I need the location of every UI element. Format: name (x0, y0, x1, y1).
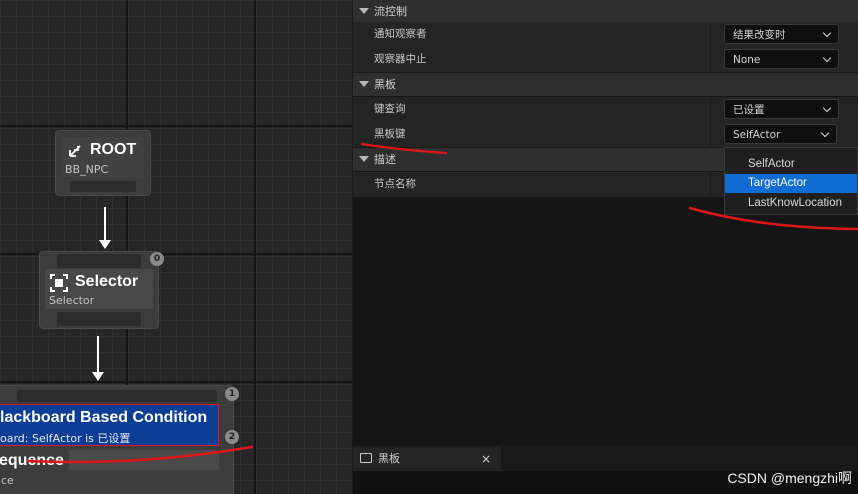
root-node[interactable]: ROOT BB_NPC (55, 130, 151, 196)
sequence-node-subtitle: ce (1, 474, 14, 487)
decorator-title: lackboard Based Condition (0, 409, 208, 426)
dropdown-option-self-actor[interactable]: SelfActor (725, 155, 857, 174)
observer-aborts-combo[interactable]: None (724, 49, 839, 69)
blackboard-decorator[interactable]: lackboard Based Condition oard: SelfActo… (0, 404, 219, 446)
sequence-input-pin[interactable] (17, 390, 217, 402)
watermark: CSDN @mengzhi啊 (727, 470, 852, 486)
decorator-execution-index: 2 (225, 430, 239, 444)
selector-to-sequence-connection (92, 336, 104, 381)
collapse-triangle-icon[interactable] (359, 8, 369, 14)
root-node-subtitle: BB_NPC (65, 163, 109, 176)
blackboard-icon (360, 453, 372, 463)
blackboard-key-combo[interactable]: SelfActor (724, 124, 837, 144)
sequence-execution-index: 1 (225, 387, 239, 401)
bottom-panel: 黑板 × CSDN @mengzhi啊 (353, 445, 858, 494)
combo-value: None (733, 54, 761, 66)
property-name: 通知观察者 (374, 28, 427, 40)
collapse-triangle-icon[interactable] (359, 156, 369, 162)
root-node-title: ROOT (90, 141, 137, 158)
sequence-node-title: equence (0, 452, 64, 469)
combo-value: 已设置 (733, 104, 765, 116)
property-notify-observer: 通知观察者 结果改变时 (353, 22, 858, 48)
property-key-query: 键查询 已设置 (353, 97, 858, 123)
key-query-combo[interactable]: 已设置 (724, 99, 839, 119)
selector-node[interactable]: Selector Selector (39, 251, 159, 329)
dropdown-option-last-know-location[interactable]: LastKnowLocation (725, 194, 857, 213)
selector-node-title: Selector (75, 273, 139, 290)
chevron-down-icon (822, 103, 832, 113)
blackboard-tab[interactable]: 黑板 × (353, 447, 501, 471)
sequence-node[interactable]: lackboard Based Condition oard: SelfActo… (0, 385, 234, 494)
property-blackboard-key: 黑板键 SelfActor (353, 122, 858, 148)
sequence-title-bar (69, 450, 219, 470)
root-icon (69, 145, 81, 157)
chevron-down-icon (820, 128, 830, 138)
column-divider[interactable] (710, 97, 711, 122)
root-output-pin[interactable] (70, 181, 136, 192)
selector-icon (50, 274, 68, 292)
selector-node-subtitle: Selector (49, 294, 95, 307)
root-to-selector-connection (99, 207, 111, 249)
selector-output-pin[interactable] (57, 312, 141, 326)
dropdown-option-target-actor[interactable]: TargetActor (725, 174, 857, 193)
tab-label: 黑板 (378, 452, 400, 465)
column-divider[interactable] (710, 22, 711, 47)
notify-observer-combo[interactable]: 结果改变时 (724, 24, 839, 44)
chevron-down-icon (822, 28, 832, 38)
close-icon[interactable]: × (481, 447, 491, 471)
column-divider[interactable] (710, 172, 711, 197)
column-divider[interactable] (710, 122, 711, 147)
chevron-down-icon (822, 53, 832, 63)
property-name: 观察器中止 (374, 53, 427, 65)
property-observer-aborts: 观察器中止 None (353, 47, 858, 73)
property-name: 键查询 (374, 103, 406, 115)
category-blackboard[interactable]: 黑板 (353, 73, 858, 96)
category-label: 流控制 (374, 5, 407, 18)
category-flow-control[interactable]: 流控制 (353, 0, 858, 23)
combo-value: 结果改变时 (733, 29, 786, 41)
collapse-triangle-icon[interactable] (359, 81, 369, 87)
selector-input-pin[interactable] (57, 254, 141, 268)
combo-value: SelfActor (733, 129, 781, 141)
selector-execution-index: 0 (150, 252, 164, 266)
column-divider[interactable] (710, 47, 711, 72)
property-name: 黑板键 (374, 128, 406, 140)
category-label: 黑板 (374, 78, 396, 91)
details-panel: 流控制 通知观察者 结果改变时 观察器中止 None 黑板 键查询 已设置 黑板… (353, 0, 858, 445)
property-name: 节点名称 (374, 178, 416, 190)
category-label: 描述 (374, 153, 396, 166)
decorator-subtitle: oard: SelfActor is 已设置 (0, 432, 131, 445)
behavior-tree-graph[interactable]: ROOT BB_NPC Selector Selector 0 lackboar… (0, 0, 352, 494)
blackboard-key-dropdown[interactable]: SelfActor TargetActor LastKnowLocation (724, 147, 858, 215)
